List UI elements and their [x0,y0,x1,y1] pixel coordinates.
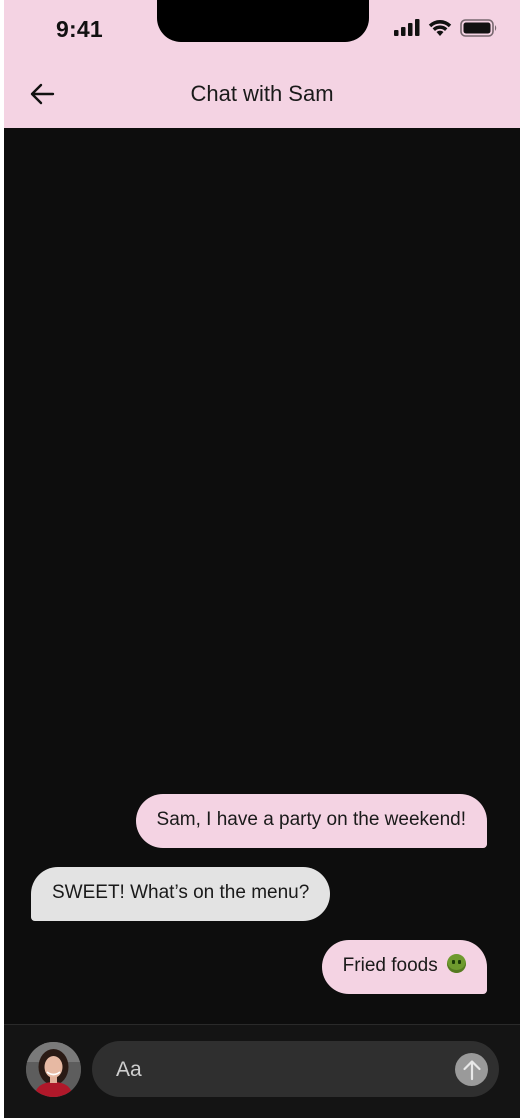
message-input-container[interactable] [92,1041,499,1099]
chat-header: Chat with Sam [4,64,520,128]
arrow-up-icon [462,1059,481,1080]
battery-icon [460,19,497,37]
chat-screen: 9:41 Chat with Sam Sam, I have a party o… [0,0,520,1118]
nauseated-face-emoji [447,954,466,973]
user-avatar-image [26,1042,81,1097]
page-title: Chat with Sam [190,81,334,106]
message-list[interactable]: Sam, I have a party on the weekend! SWEE… [4,128,520,1024]
composer-bar [4,1024,520,1118]
message-text: Sam, I have a party on the weekend! [156,809,466,830]
wifi-icon [428,20,452,36]
message-text: Fried foods [342,955,438,976]
status-icons [394,19,498,37]
message-input[interactable] [114,1041,438,1099]
send-button[interactable] [455,1053,488,1086]
message-bubble-sent[interactable]: Sam, I have a party on the weekend! [135,794,487,848]
status-time: 9:41 [56,16,103,42]
signal-icon [394,19,420,36]
avatar[interactable] [26,1042,81,1097]
device-notch [157,0,369,42]
message-bubble-received[interactable]: SWEET! What’s on the menu? [31,867,331,921]
message-bubble-sent[interactable]: Fried foods [321,940,487,994]
message-text: SWEET! What’s on the menu? [52,882,310,903]
